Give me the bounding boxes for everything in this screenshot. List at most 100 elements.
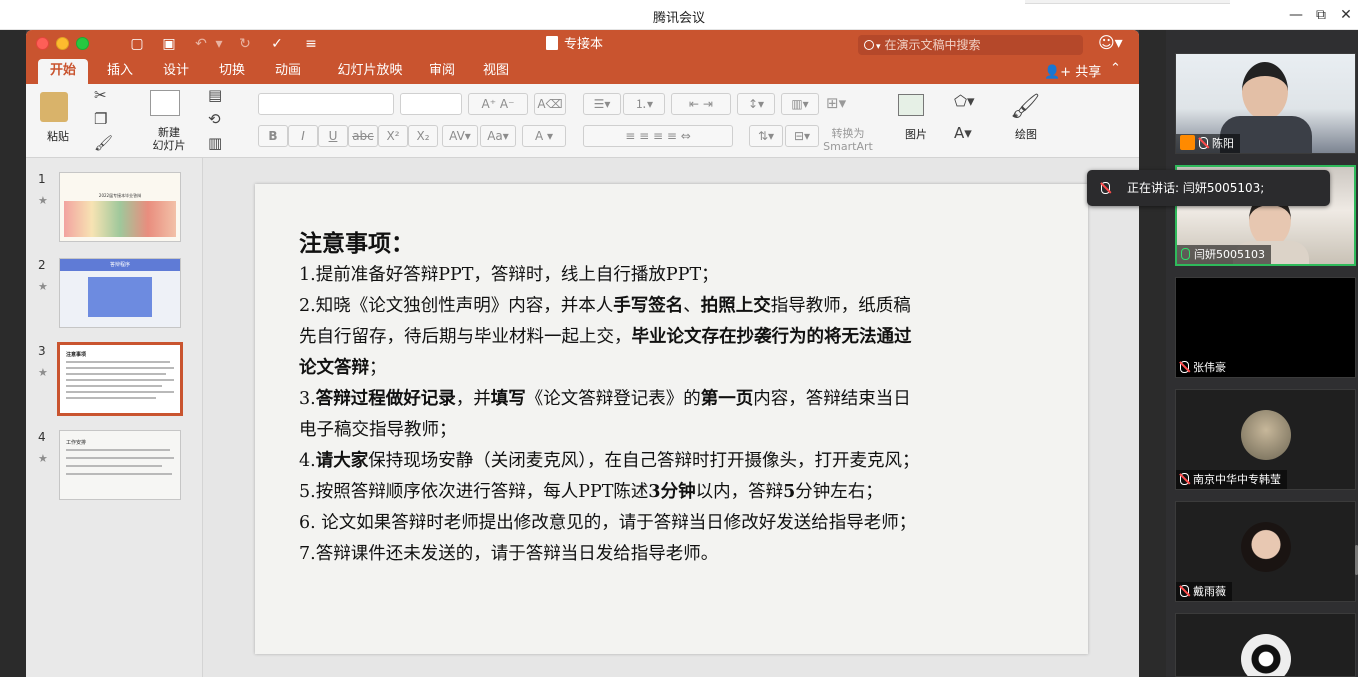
tab-view[interactable]: 视图 bbox=[478, 59, 514, 84]
section-icon[interactable]: ▥ bbox=[208, 134, 222, 152]
format-painter-icon[interactable]: 🖌 bbox=[94, 134, 113, 152]
text-align-group[interactable]: ≡ ≡ ≡ ≡ ⇔ bbox=[583, 125, 733, 147]
thumbnail-slide-1[interactable]: 2022届专接本毕业答辩 bbox=[59, 172, 181, 242]
thumbnail-slide-4[interactable]: 工作安排 bbox=[59, 430, 181, 500]
font-name-select[interactable] bbox=[258, 93, 394, 115]
tab-insert[interactable]: 插入 bbox=[100, 59, 140, 84]
participant-tile[interactable] bbox=[1175, 613, 1356, 677]
slide-line-7: 4.请大家保持现场安静（关闭麦克风），在自己答辩时打开摄像头，打开麦克风； bbox=[299, 451, 920, 471]
tab-transitions[interactable]: 切换 bbox=[212, 59, 252, 84]
sidebar-toggle-icon[interactable]: ▢ bbox=[126, 34, 148, 54]
thumb-title: 工作安排 bbox=[66, 440, 87, 446]
thumbnail-slide-3[interactable]: 注意事项 bbox=[57, 342, 183, 416]
numbering-icon[interactable]: ⒈▾ bbox=[623, 93, 665, 115]
textbox-icon[interactable]: A▾ bbox=[954, 124, 972, 142]
restore-button[interactable]: ⧉ bbox=[1310, 5, 1332, 25]
mic-on-icon bbox=[1181, 248, 1190, 260]
slide-line-8: 5.按照答辩顺序依次进行答辩，每人PPT陈述3分钟以内，答辩5分钟左右； bbox=[299, 482, 883, 502]
zoom-window-icon[interactable] bbox=[76, 37, 89, 50]
drawing-button[interactable]: 绘图 bbox=[1008, 128, 1044, 141]
slide-line-1: 1.提前准备好答辩PPT，答辩时，线上自行播放PPT； bbox=[299, 265, 719, 285]
minimize-button[interactable]: — bbox=[1285, 5, 1307, 25]
save-icon[interactable]: ▣ bbox=[158, 34, 180, 54]
clear-format-icon[interactable]: A⌫ bbox=[534, 93, 566, 115]
thumb-table bbox=[88, 277, 152, 317]
close-button[interactable]: ✕ bbox=[1335, 5, 1357, 25]
thumb-num: 1 bbox=[38, 172, 46, 186]
paste-icon[interactable] bbox=[40, 92, 68, 122]
indent-icons[interactable]: ⇤ ⇥ bbox=[671, 93, 731, 115]
collapse-ribbon-icon[interactable]: ⌃ bbox=[1110, 61, 1121, 76]
font-color-icon[interactable]: A ▾ bbox=[522, 125, 566, 147]
document-icon bbox=[546, 36, 558, 50]
thumbnail-slide-2[interactable]: 答辩程序 bbox=[59, 258, 181, 328]
close-window-icon[interactable] bbox=[36, 37, 49, 50]
underline-button[interactable]: U bbox=[318, 125, 348, 147]
new-slide-button[interactable]: 新建 幻灯片 bbox=[148, 126, 190, 152]
drawing-icon[interactable]: 🖌 bbox=[1010, 92, 1040, 120]
redo-icon[interactable]: ↻ bbox=[234, 34, 256, 54]
character-spacing-icon[interactable]: AV▾ bbox=[442, 125, 478, 147]
line-spacing-icon[interactable]: ↕▾ bbox=[737, 93, 775, 115]
left-dark-margin bbox=[0, 30, 26, 677]
bullets-icon[interactable]: ☰▾ bbox=[583, 93, 621, 115]
star-icon: ★ bbox=[38, 280, 48, 293]
layout-icon[interactable]: ▤ bbox=[208, 86, 222, 104]
participant-tile[interactable]: 戴雨薇 bbox=[1175, 501, 1356, 602]
meeting-window-title: 腾讯会议 bbox=[652, 11, 705, 26]
search-box[interactable]: ▾ 在演示文稿中搜索 bbox=[858, 35, 1083, 55]
customize-toolbar-icon[interactable]: ≡ bbox=[300, 34, 322, 54]
feedback-smiley-icon[interactable]: ☺▾ bbox=[1098, 33, 1123, 52]
star-icon: ★ bbox=[38, 366, 48, 379]
participant-name-tag: 戴雨薇 bbox=[1176, 582, 1232, 601]
thumb-text-line bbox=[66, 379, 174, 381]
tab-slideshow[interactable]: 幻灯片放映 bbox=[328, 59, 412, 84]
tab-design[interactable]: 设计 bbox=[156, 59, 196, 84]
participant-tile[interactable]: 张伟豪 bbox=[1175, 277, 1356, 378]
cut-icon[interactable]: ✂ bbox=[94, 86, 107, 104]
mic-muted-icon bbox=[1180, 473, 1189, 485]
reset-icon[interactable]: ⟲ bbox=[208, 110, 221, 128]
font-size-grow-shrink[interactable]: A⁺ A⁻ bbox=[468, 93, 528, 115]
star-icon: ★ bbox=[38, 194, 48, 207]
undo-dropdown-icon[interactable]: ▾ bbox=[208, 34, 230, 54]
mic-icon bbox=[1101, 182, 1110, 194]
share-button[interactable]: 👤+ 共享 bbox=[1044, 61, 1101, 80]
slide-line-10: 7.答辩课件还未发送的，请于答辩当日发给指导老师。 bbox=[299, 544, 719, 564]
tab-home[interactable]: 开始 bbox=[38, 59, 88, 84]
change-case-icon[interactable]: Aa▾ bbox=[480, 125, 516, 147]
picture-button[interactable]: 图片 bbox=[898, 128, 934, 141]
subscript-button[interactable]: X₂ bbox=[408, 125, 438, 147]
font-size-select[interactable] bbox=[400, 93, 462, 115]
bold-button[interactable]: B bbox=[258, 125, 288, 147]
star-icon: ★ bbox=[38, 452, 48, 465]
convert-smartart-button[interactable]: 转换为 SmartArt bbox=[822, 127, 874, 153]
participant-tile[interactable]: 陈阳 bbox=[1175, 53, 1356, 154]
superscript-button[interactable]: X² bbox=[378, 125, 408, 147]
participant-tile[interactable]: 南京中华中专韩莹 bbox=[1175, 389, 1356, 490]
tab-review[interactable]: 审阅 bbox=[424, 59, 460, 84]
italic-button[interactable]: I bbox=[288, 125, 318, 147]
flower-decoration bbox=[64, 201, 176, 237]
tab-animations[interactable]: 动画 bbox=[268, 59, 308, 84]
new-slide-icon[interactable] bbox=[150, 90, 180, 116]
thumb-num: 2 bbox=[38, 258, 46, 272]
minimize-window-icon[interactable] bbox=[56, 37, 69, 50]
smartart-icon[interactable]: ⊞▾ bbox=[826, 94, 846, 112]
mic-muted-icon bbox=[1180, 361, 1189, 373]
search-icon bbox=[864, 40, 874, 50]
participant-name-tag: 南京中华中专韩莹 bbox=[1176, 470, 1287, 489]
shapes-icon[interactable]: ⬠▾ bbox=[954, 92, 975, 110]
columns-icon[interactable]: ▥▾ bbox=[781, 93, 819, 115]
spellcheck-icon[interactable]: ✓ bbox=[266, 34, 288, 54]
align-text-icon[interactable]: ⊟▾ bbox=[785, 125, 819, 147]
current-slide[interactable]: 注意事项： 1.提前准备好答辩PPT，答辩时，线上自行播放PPT； 2.知晓《论… bbox=[255, 184, 1088, 654]
text-direction-icon[interactable]: ⇅▾ bbox=[749, 125, 783, 147]
strikethrough-button[interactable]: abc bbox=[348, 125, 378, 147]
copy-icon[interactable]: ❐ bbox=[94, 110, 107, 128]
thumb-num: 3 bbox=[38, 344, 46, 358]
notice-strip bbox=[1025, 0, 1230, 4]
picture-icon[interactable] bbox=[898, 94, 924, 116]
paste-button[interactable]: 粘贴 bbox=[40, 130, 76, 143]
slide-line-4: 论文答辩； bbox=[299, 358, 387, 378]
